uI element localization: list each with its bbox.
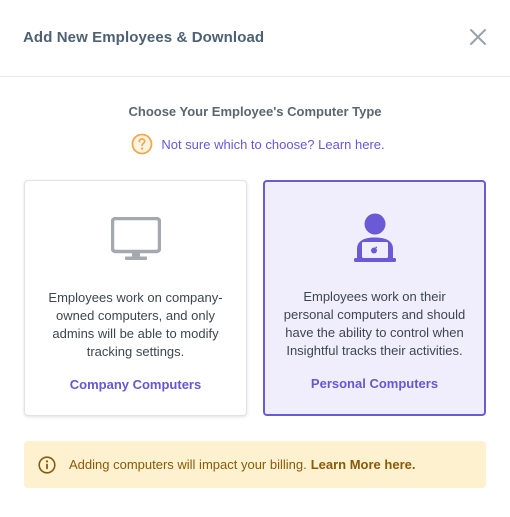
info-icon — [38, 455, 56, 474]
modal-title: Add New Employees & Download — [23, 29, 265, 46]
modal-header: Add New Employees & Download — [0, 0, 510, 77]
monitor-icon — [110, 216, 161, 266]
billing-notice-text: Adding computers will impact your billin… — [69, 457, 307, 472]
company-computers-label: Company Computers — [69, 377, 202, 392]
add-employees-modal: Add New Employees & Download Choose Your… — [0, 0, 510, 517]
close-button[interactable] — [466, 25, 490, 49]
computer-type-heading: Choose Your Employee's Computer Type — [128, 104, 382, 119]
personal-computers-description: Employees work on their personal compute… — [283, 289, 466, 358]
billing-notice: Adding computers will impact your billin… — [24, 441, 486, 488]
personal-computers-card[interactable]: Employees work on their personal compute… — [263, 180, 486, 416]
company-computers-description: Employees work on company-owned computer… — [48, 290, 223, 359]
question-circle-icon — [131, 133, 153, 155]
personal-computers-label: Personal Computers — [310, 376, 439, 391]
close-icon — [470, 29, 486, 45]
learn-which-link[interactable]: Not sure which to choose? Learn here. — [161, 137, 384, 152]
help-row: Not sure which to choose? Learn here. — [0, 133, 510, 155]
user-laptop-icon — [353, 213, 397, 268]
company-computers-card[interactable]: Employees work on company-owned computer… — [24, 180, 247, 416]
learn-more-link[interactable]: Learn More here. — [311, 457, 416, 472]
